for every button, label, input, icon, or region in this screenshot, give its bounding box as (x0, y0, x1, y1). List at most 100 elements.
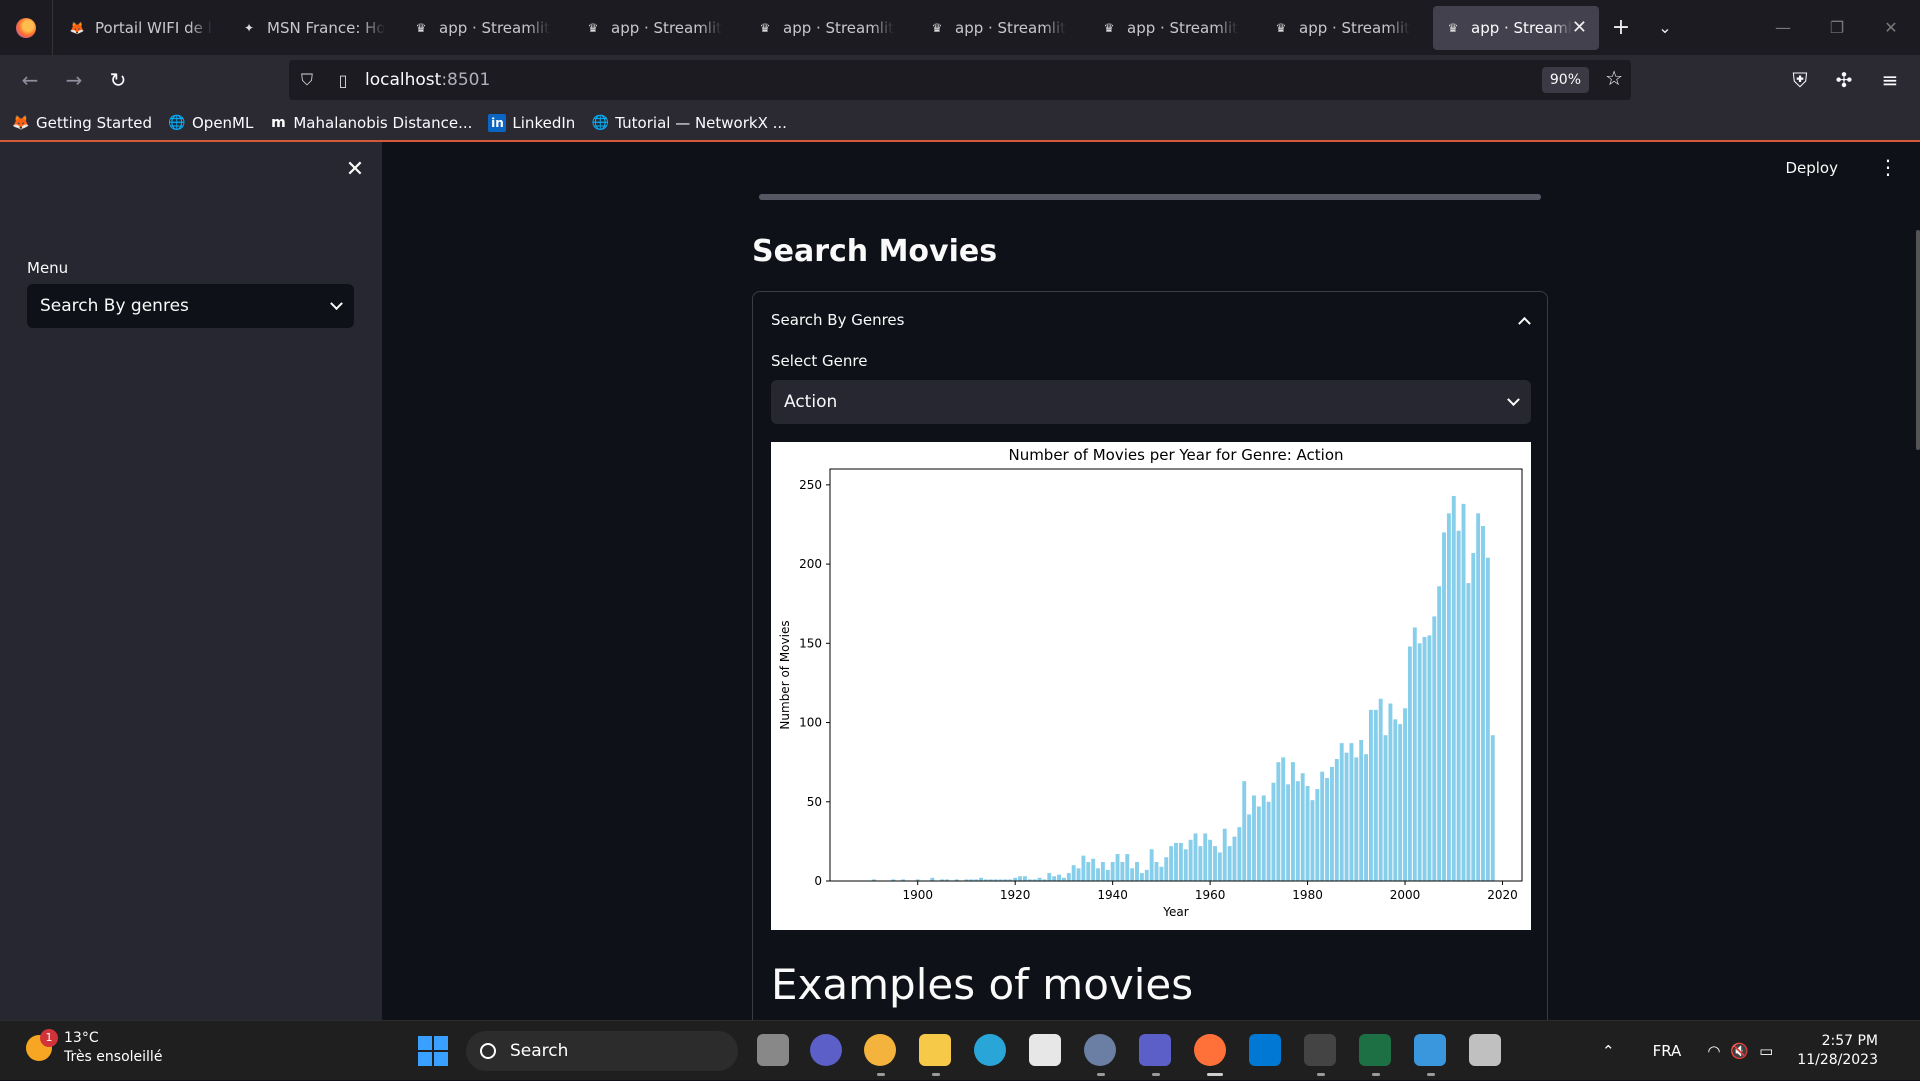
chart-bar (1217, 852, 1222, 881)
snipping-tool-icon[interactable] (1469, 1034, 1501, 1066)
streamlit-icon: ♛ (415, 20, 427, 35)
chart-bar (1120, 861, 1125, 881)
running-indicator (1427, 1073, 1435, 1076)
chart-bar (1154, 861, 1159, 881)
bookmark-item[interactable]: 🦊 Getting Started (12, 114, 152, 132)
chart-bar (1164, 857, 1169, 881)
taskbar-search[interactable]: Search (466, 1031, 738, 1071)
url-port: :8501 (441, 70, 491, 90)
y-tick-label: 150 (799, 636, 822, 650)
excel-icon[interactable] (1359, 1034, 1391, 1066)
firefox-icon[interactable] (1194, 1034, 1226, 1066)
close-window-icon[interactable]: ✕ (1864, 0, 1918, 55)
weather-widget[interactable]: 1 13°C Très ensoleillé (26, 1029, 162, 1067)
expander-header[interactable]: Search By Genres (771, 311, 1531, 330)
minimize-icon[interactable]: — (1756, 0, 1810, 55)
teams-icon[interactable] (1139, 1034, 1171, 1066)
firefox-icon: 🦊 (12, 114, 30, 131)
genre-select[interactable]: Action (771, 380, 1531, 424)
list-tabs-chevron-icon[interactable]: ⌄ (1643, 6, 1687, 50)
reload-icon[interactable]: ↻ (96, 60, 140, 100)
chart-bar (1125, 854, 1130, 881)
battery-icon[interactable]: ▭ (1759, 1042, 1773, 1060)
browser-tab[interactable]: ♛ app · Streamlit (745, 6, 913, 50)
weather-desc: Très ensoleillé (64, 1049, 163, 1065)
terminal-icon[interactable] (1304, 1034, 1336, 1066)
menu-select[interactable]: Search By genres (27, 284, 354, 328)
browser-tab-active[interactable]: ♛ app · Streamlit ✕ (1433, 5, 1599, 50)
bookmark-item[interactable]: 🌐 Tutorial — NetworkX ... (591, 114, 787, 132)
forward-arrow-icon[interactable]: → (52, 60, 96, 100)
notepad-icon[interactable] (1414, 1034, 1446, 1066)
main-content: Deploy ⋮ Search Movies Search By Genres … (382, 142, 1920, 1020)
restore-icon[interactable]: ❐ (1810, 0, 1864, 55)
kebab-menu-icon[interactable]: ⋮ (1878, 155, 1898, 179)
language-indicator[interactable]: FRA (1653, 1042, 1682, 1060)
chart-bar (1417, 643, 1422, 881)
running-indicator (1372, 1073, 1380, 1076)
bookmark-star-icon[interactable]: ☆ (1605, 66, 1623, 90)
pocket-icon[interactable]: ⛨ (1778, 60, 1822, 100)
edge-icon[interactable] (974, 1034, 1006, 1066)
file-explorer-icon[interactable] (919, 1034, 951, 1066)
chart-bar (1247, 814, 1252, 881)
url-bar[interactable]: ⛉ ▯ localhost:8501 90% ☆ (289, 60, 1631, 100)
tab-title: app · Streamlit (783, 18, 895, 37)
streamlit-icon: ♛ (1447, 20, 1459, 35)
back-arrow-icon[interactable]: ← (8, 60, 52, 100)
chart-bar (1461, 503, 1466, 881)
browser-tab[interactable]: ♛ app · Streamlit (573, 6, 741, 50)
x-tick-label: 1940 (1097, 888, 1128, 902)
chart-bar (1349, 743, 1354, 881)
firefox-menu-icon[interactable] (0, 0, 53, 55)
chart-bar (1403, 708, 1407, 881)
chart-bar (1286, 784, 1291, 881)
bookmark-item[interactable]: in LinkedIn (488, 113, 575, 132)
browser-tab[interactable]: ♛ app · Streamlit (1261, 6, 1429, 50)
app-icon[interactable] (864, 1034, 896, 1066)
movies-per-year-chart: Number of Movies per Year for Genre: Act… (771, 442, 1531, 930)
shield-icon[interactable]: ⛉ (289, 70, 325, 90)
chevron-up-icon[interactable]: ⌃ (1602, 1042, 1615, 1060)
y-axis-label: Number of Movies (778, 620, 792, 729)
clock-time: 2:57 PM (1821, 1033, 1878, 1049)
url-text[interactable]: localhost:8501 (365, 70, 490, 90)
task-view-icon[interactable] (757, 1034, 789, 1066)
chart-bar (1310, 800, 1315, 881)
page-title: Search Movies (752, 234, 998, 269)
bookmark-item[interactable]: 🌐 OpenML (168, 114, 253, 132)
bookmark-label: Getting Started (36, 113, 152, 132)
bookmark-item[interactable]: m Mahalanobis Distance... (269, 114, 472, 132)
browser-tab[interactable]: ♛ app · Streamlit (1089, 6, 1257, 50)
deploy-button[interactable]: Deploy (1785, 159, 1838, 177)
clock[interactable]: 2:57 PM 11/28/2023 (1797, 1032, 1878, 1070)
chart-bar (1076, 868, 1081, 881)
browser-tab[interactable]: ♛ app · Streamlit (401, 6, 569, 50)
teams-chat-icon[interactable] (810, 1034, 842, 1066)
new-tab-icon[interactable]: + (1599, 6, 1643, 50)
extensions-icon[interactable]: ✣ (1822, 60, 1866, 100)
wifi-icon[interactable]: ◠ (1707, 1042, 1720, 1060)
chart-bar (1320, 771, 1325, 881)
windows-start-icon[interactable] (418, 1036, 448, 1066)
bar-chart-svg: Number of Movies per Year for Genre: Act… (778, 446, 1523, 919)
chart-bar (1222, 828, 1227, 881)
zoom-level-badge[interactable]: 90% (1541, 67, 1589, 93)
chart-bar (1213, 846, 1217, 881)
chart-bar (1183, 849, 1188, 881)
browser-tab[interactable]: ♛ app · Streamlit (917, 6, 1085, 50)
chart-bar (1305, 785, 1310, 881)
hamburger-menu-icon[interactable]: ≡ (1868, 60, 1912, 100)
tab-title: app · Streamlit (611, 18, 723, 37)
browser-tab[interactable]: ✦ MSN France: Hotmail (229, 6, 397, 50)
x-axis-label: Year (1162, 905, 1188, 919)
chart-bar (1159, 866, 1164, 881)
settings-icon[interactable] (1084, 1034, 1116, 1066)
browser-tab[interactable]: 🦊 Portail WIFI de l universi (57, 6, 225, 50)
close-tab-icon[interactable]: ✕ (1572, 17, 1587, 38)
store-icon[interactable] (1029, 1034, 1061, 1066)
scrollbar[interactable] (1916, 230, 1920, 450)
vscode-icon[interactable] (1249, 1034, 1281, 1066)
close-sidebar-icon[interactable]: ✕ (342, 156, 368, 182)
volume-muted-icon[interactable]: 🔇 (1730, 1042, 1749, 1060)
